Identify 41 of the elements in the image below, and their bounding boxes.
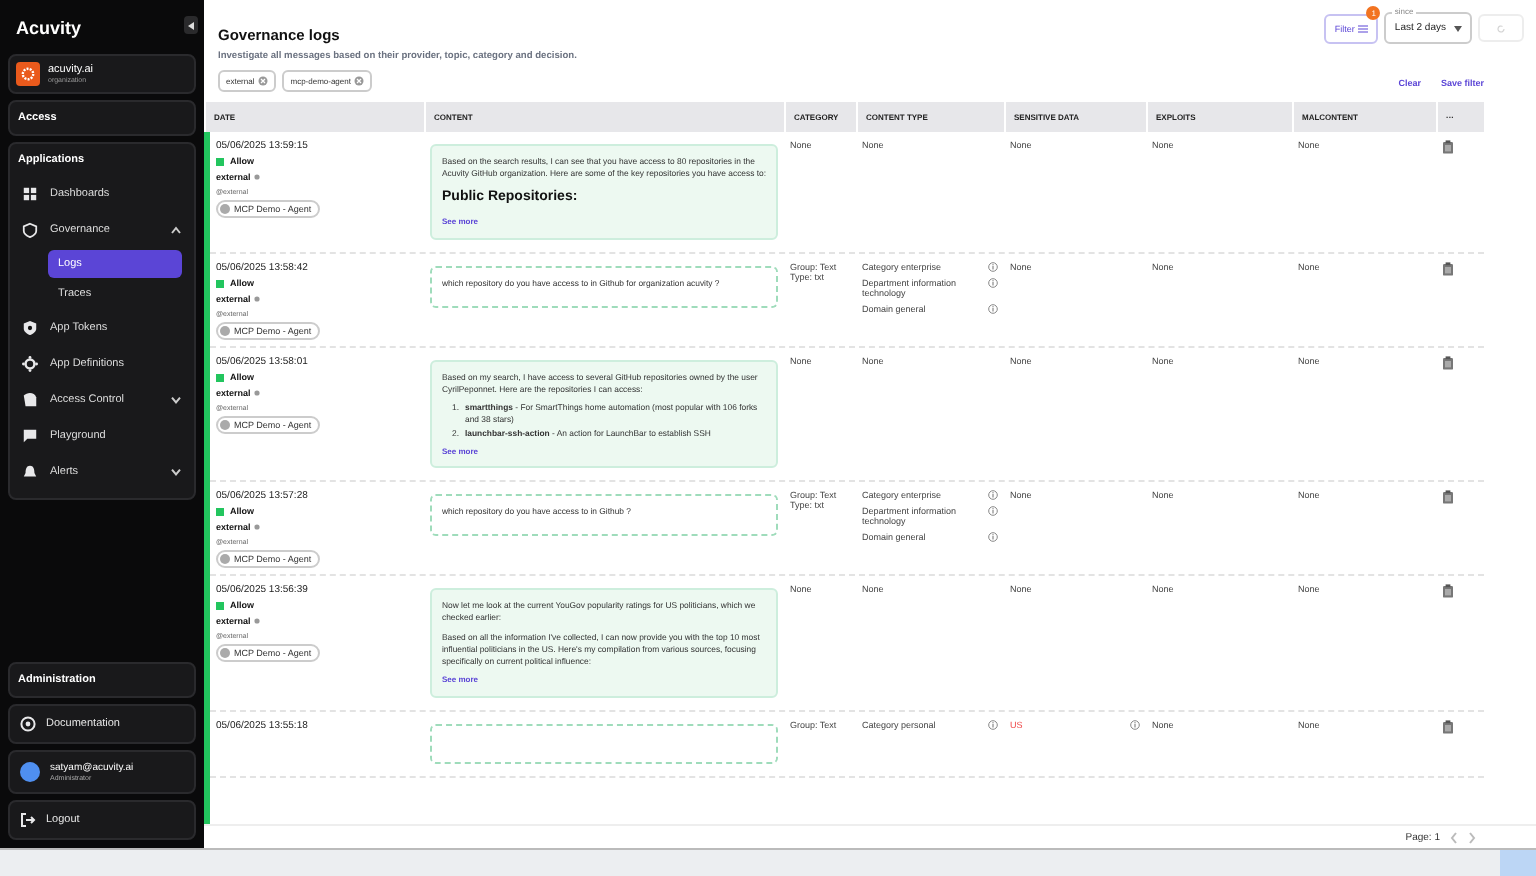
shield-icon	[22, 320, 38, 336]
chevron-icon[interactable]	[170, 226, 182, 234]
dot-icon	[254, 618, 261, 625]
clipboard-icon[interactable]	[1442, 490, 1454, 505]
chat-icon	[22, 428, 38, 444]
logout-icon	[20, 812, 36, 828]
help-icon	[20, 716, 36, 732]
filter-icon	[1358, 23, 1369, 33]
clipboard-icon[interactable]	[1442, 584, 1454, 599]
grid-icon	[22, 186, 38, 202]
chevron-icon[interactable]	[170, 468, 182, 476]
next-page-icon[interactable]	[1468, 831, 1476, 843]
dot-icon	[254, 296, 261, 303]
info-icon[interactable]	[988, 490, 998, 501]
avatar-icon	[20, 762, 40, 782]
info-icon[interactable]	[988, 506, 998, 517]
clipboard-icon[interactable]	[1442, 719, 1454, 734]
info-icon[interactable]	[988, 262, 998, 273]
dot-icon	[254, 524, 261, 531]
app-logo: Acuvity	[14, 16, 84, 42]
close-icon[interactable]	[354, 76, 365, 86]
organization-icon	[16, 62, 40, 86]
chevron-icon[interactable]	[170, 396, 182, 404]
clipboard-icon[interactable]	[1442, 356, 1454, 371]
info-icon[interactable]	[988, 278, 998, 289]
info-icon[interactable]	[988, 304, 998, 315]
info-icon[interactable]	[1130, 719, 1140, 730]
gear-icon	[22, 356, 38, 372]
previous-page-icon[interactable]	[1450, 831, 1458, 843]
dot-icon	[254, 390, 261, 397]
collapse-button[interactable]	[184, 16, 198, 34]
close-icon[interactable]	[258, 76, 269, 86]
info-icon[interactable]	[988, 532, 998, 543]
bell-icon	[22, 464, 38, 480]
shield-icon	[22, 222, 38, 238]
clipboard-icon[interactable]	[1442, 140, 1454, 154]
caret-icon	[1454, 25, 1462, 31]
clipboard-icon[interactable]	[1442, 262, 1454, 277]
dot-icon	[254, 174, 261, 180]
refresh-icon	[1496, 23, 1506, 33]
info-icon[interactable]	[988, 719, 998, 730]
